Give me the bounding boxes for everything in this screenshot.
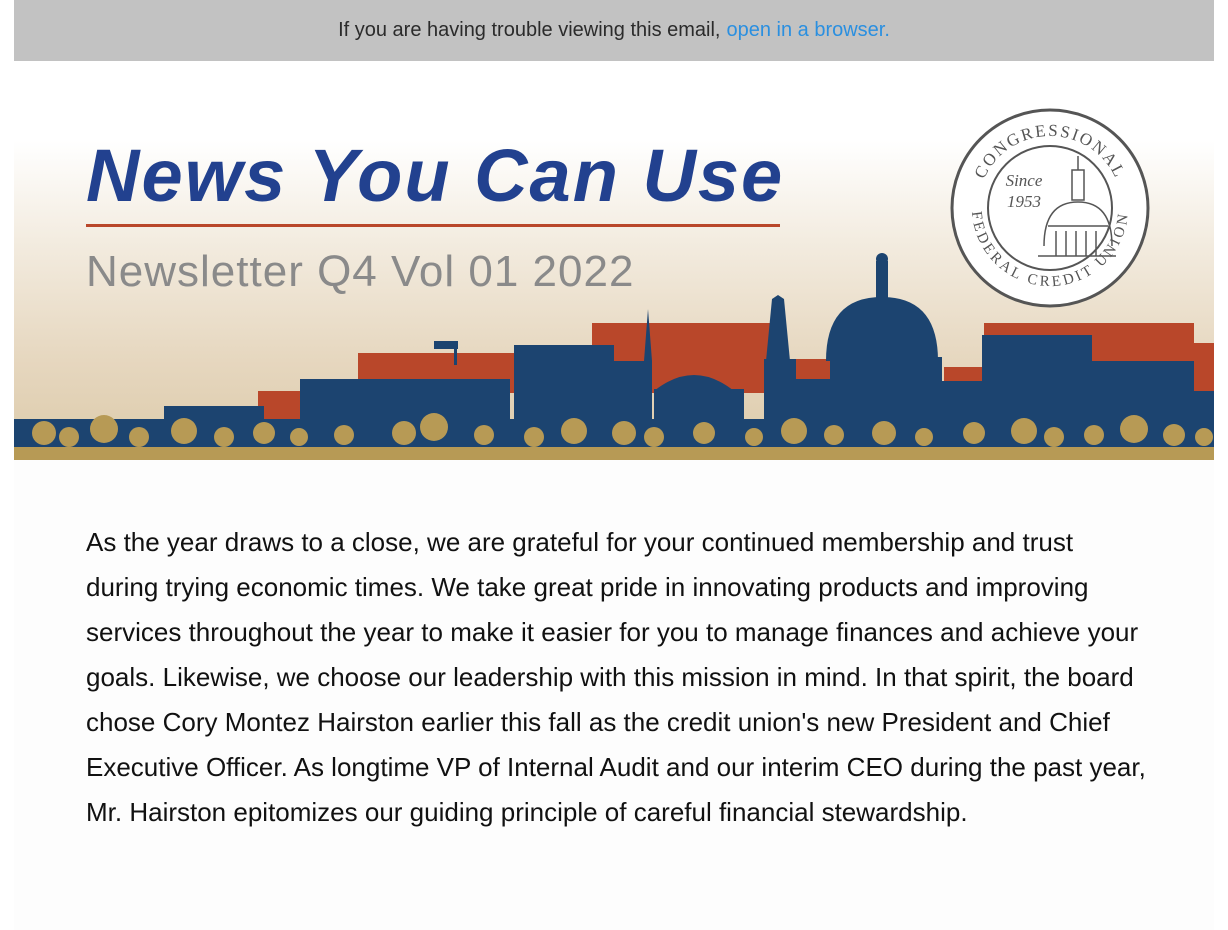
open-in-browser-link[interactable]: open in a browser.	[726, 19, 889, 42]
preheader-bar: If you are having trouble viewing this e…	[14, 0, 1214, 61]
svg-text:Since: Since	[1006, 171, 1043, 190]
email-frame: If you are having trouble viewing this e…	[14, 0, 1214, 930]
title-underline-rule	[86, 224, 780, 227]
newsletter-title: News You Can Use	[86, 134, 785, 217]
newsletter-subtitle: Newsletter Q4 Vol 01 2022	[86, 247, 635, 296]
svg-text:1953: 1953	[1007, 192, 1041, 211]
preheader-text: If you are having trouble viewing this e…	[338, 19, 721, 41]
newsletter-intro-paragraph: As the year draws to a close, we are gra…	[86, 527, 1146, 827]
congressional-fcu-seal-logo: CONGRESSIONAL FEDERAL CREDIT UNION Since…	[950, 108, 1150, 308]
newsletter-banner: News You Can Use Newsletter Q4 Vol 01 20…	[14, 61, 1214, 460]
